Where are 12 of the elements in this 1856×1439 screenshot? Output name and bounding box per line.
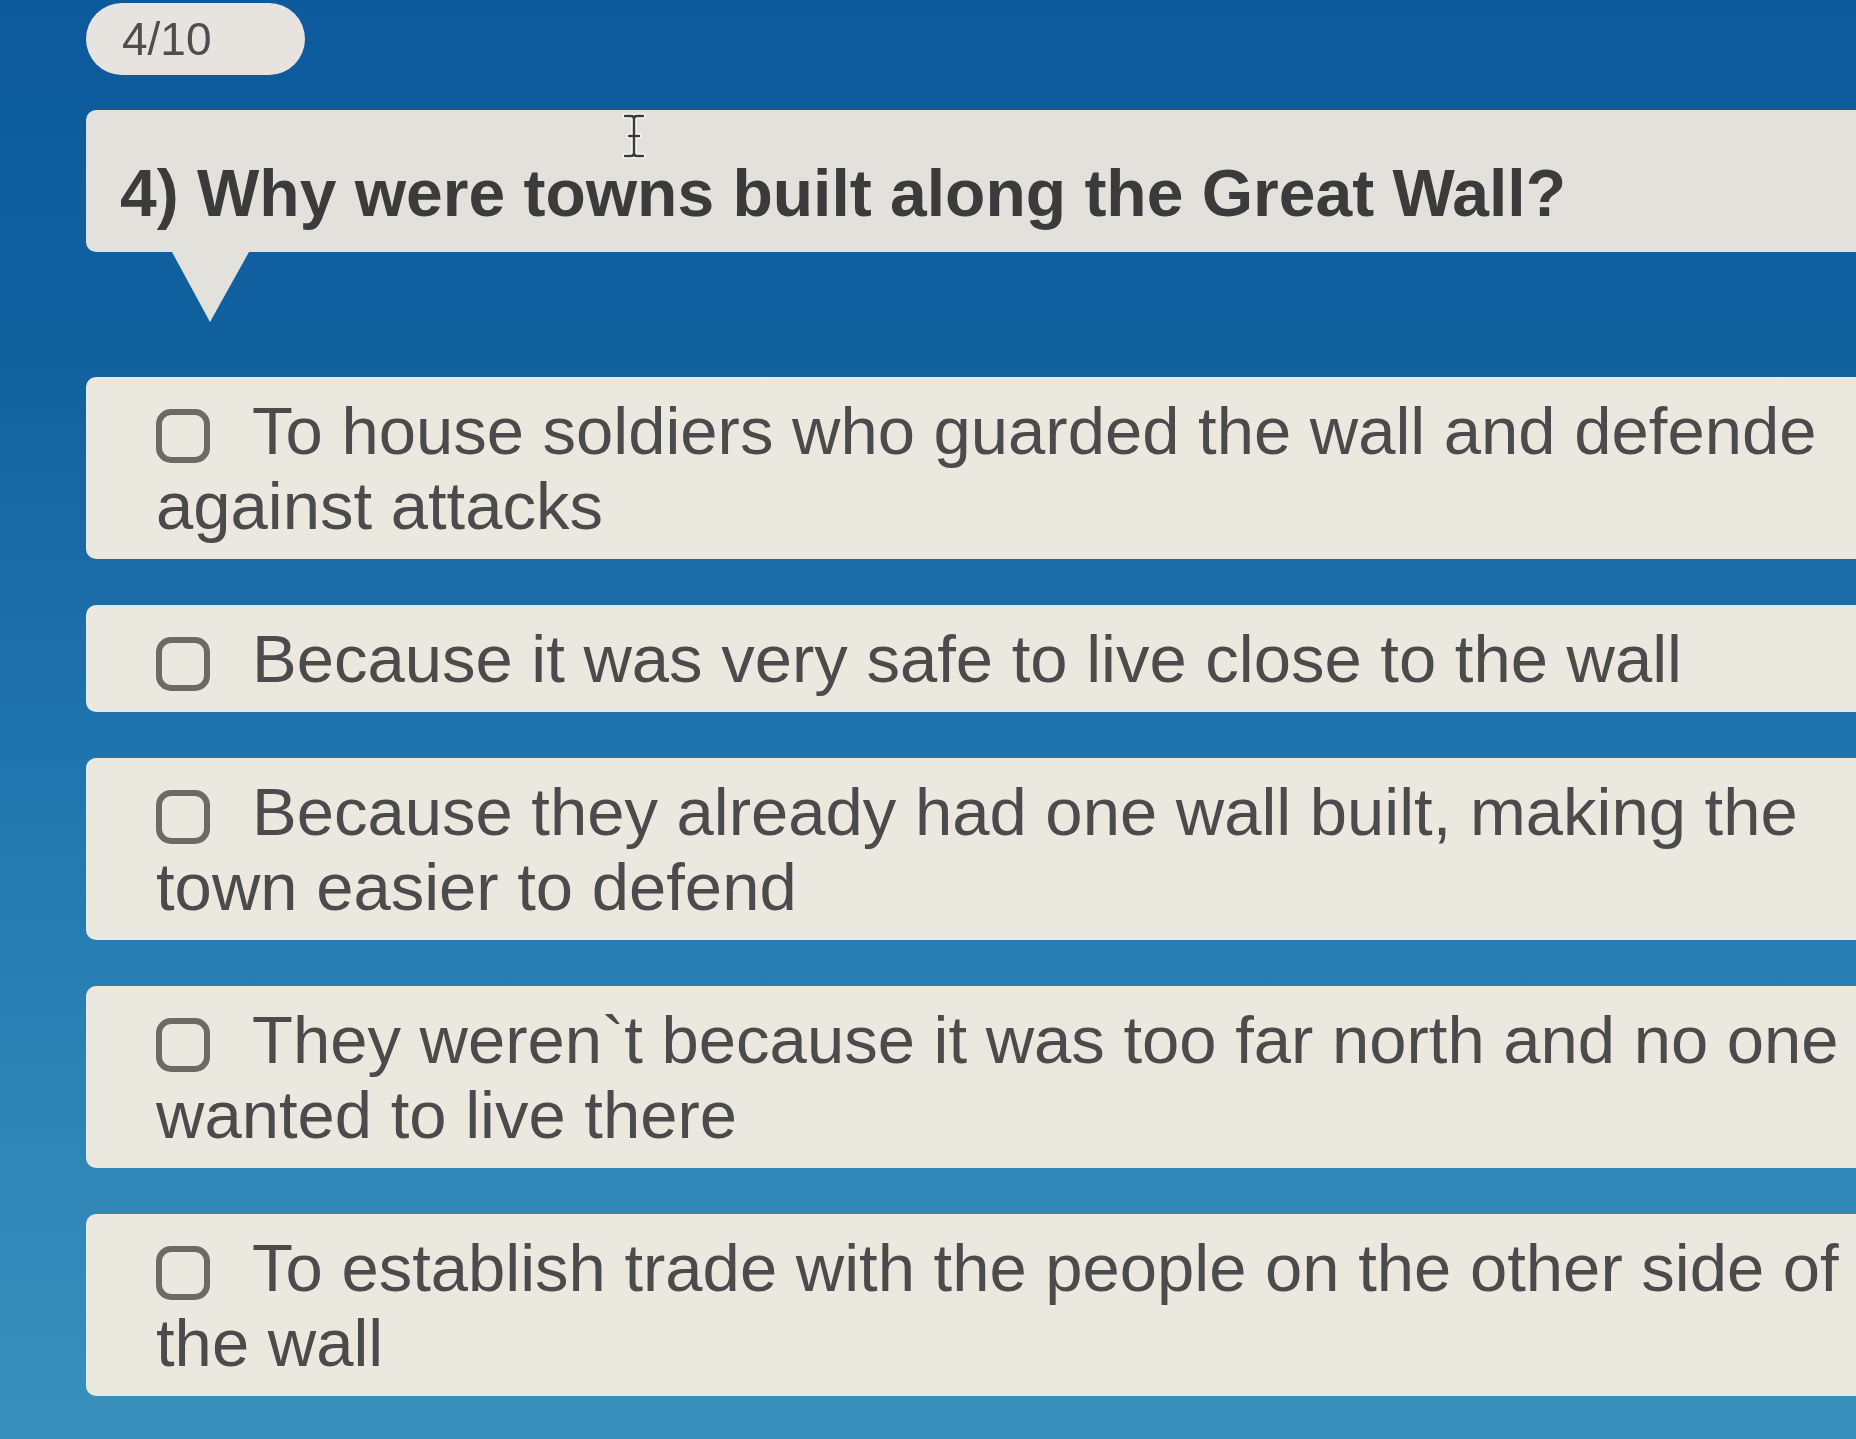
checkbox[interactable] xyxy=(156,790,210,844)
answer-option[interactable]: They weren`t because it was too far north and no one wanted to live there xyxy=(86,986,1856,1168)
checkbox[interactable] xyxy=(156,1246,210,1300)
answer-option[interactable]: Because it was very safe to live close to the wall xyxy=(86,605,1856,712)
answer-option[interactable]: Because they already had one wall built, making the town easier to defend xyxy=(86,758,1856,940)
checkbox[interactable] xyxy=(156,637,210,691)
checkbox[interactable] xyxy=(156,1018,210,1072)
answer-option[interactable]: To house soldiers who guarded the wall and defende against attacks xyxy=(86,377,1856,559)
checkbox[interactable] xyxy=(156,409,210,463)
text-cursor-icon xyxy=(622,113,646,159)
question-counter: 4/10 xyxy=(86,3,305,75)
answer-option[interactable]: To establish trade with the people on the other side of the wall xyxy=(86,1214,1856,1396)
